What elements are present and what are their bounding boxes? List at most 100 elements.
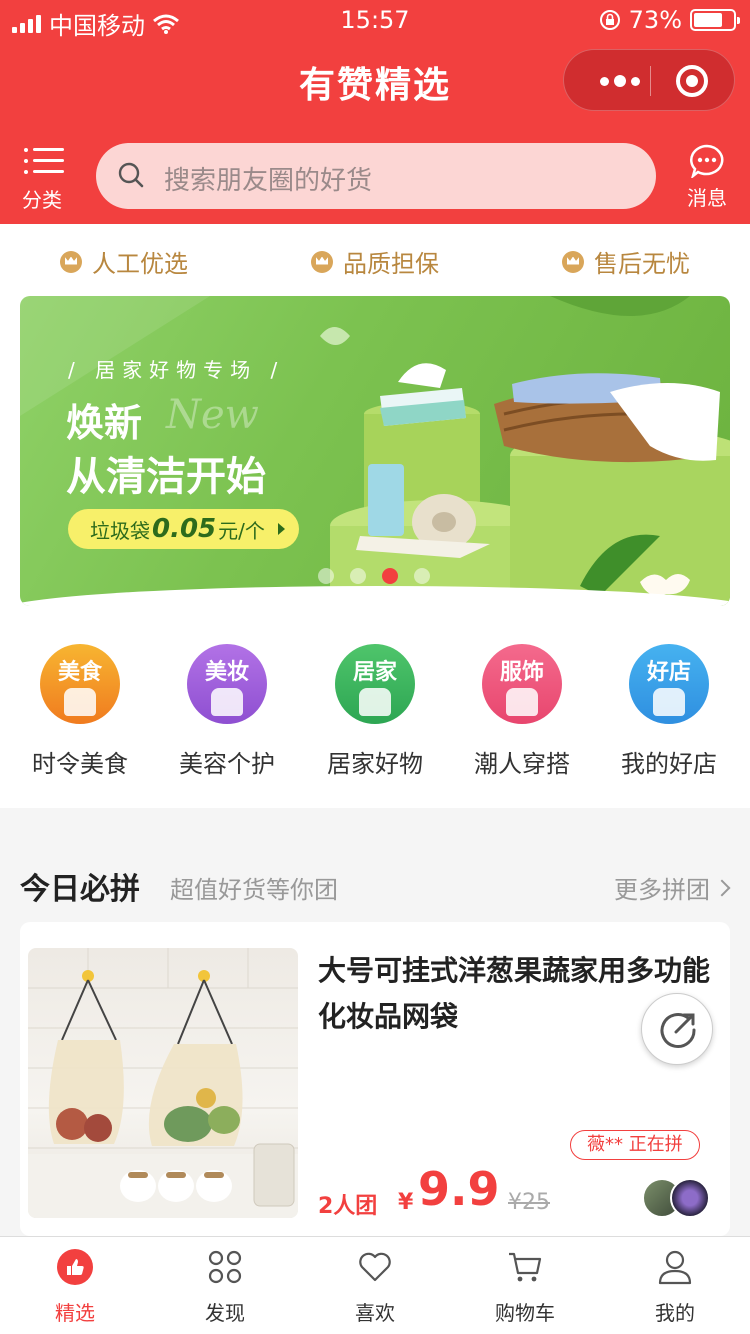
category-badge: 服饰 [482,644,562,724]
shirt-icon [506,688,538,716]
category-item[interactable]: 服饰 潮人穿搭 [452,642,592,782]
chevron-right-icon [277,523,285,535]
rotation-lock-icon [599,10,620,30]
status-bar: 中国移动 15:57 73% [0,0,750,40]
face-icon [211,688,243,716]
section-title: 今日必拼 [20,872,140,907]
crown-icon [60,250,82,273]
mini-program-capsule [563,49,735,111]
guarantee-bar: 人工优选 品质担保 售后无忧 [0,224,750,296]
tab-cart[interactable]: 购物车 [450,1237,600,1334]
tab-favorites[interactable]: 喜欢 [300,1237,450,1334]
search-placeholder: 搜索朋友圈的好货 [164,166,373,196]
category-item[interactable]: 美食 时令美食 [10,642,150,782]
group-price: 9.9 [418,1162,500,1216]
share-arrow-icon [660,1013,696,1048]
shop-icon [653,688,685,716]
category-label: 潮人穿搭 [474,750,570,778]
category-label: 分类 [22,188,62,212]
category-badge: 居家 [335,644,415,724]
tab-label: 精选 [55,1301,95,1325]
chat-bubble-icon [690,144,724,178]
cart-icon [509,1252,542,1282]
category-badge-text: 服饰 [499,660,544,685]
guarantee-label: 人工优选 [92,250,188,278]
header: 中国移动 15:57 73% 有赞精选 分类 搜索朋友圈的好货 消息 [0,0,750,224]
tab-label: 我的 [655,1301,695,1325]
original-price: ¥25 [508,1190,550,1215]
participant-avatars [642,1178,712,1218]
tab-label: 喜欢 [355,1301,395,1325]
category-label: 时令美食 [32,750,128,778]
banner-promo-pill[interactable]: 垃圾袋 0.05 元/个 [68,509,299,549]
category-label: 美容个护 [179,750,275,778]
category-item[interactable]: 居家 居家好物 [305,642,445,782]
bottom-tab-bar: 精选 发现 喜欢 购物车 我的 [0,1236,750,1334]
promo-prefix: 垃圾袋 [90,518,150,543]
category-badge: 美妆 [187,644,267,724]
category-item[interactable]: 好店 我的好店 [599,642,739,782]
carousel-dot[interactable] [350,568,366,584]
more-icon[interactable] [590,68,650,94]
group-size: 2人团 [318,1194,378,1219]
more-deals-link[interactable]: 更多拼团 [614,870,731,905]
mesh-bag-illustration [28,948,298,1218]
category-grid: 美食 时令美食 美妆 美容个护 居家 居家好物 服饰 潮人穿搭 好店 我的好店 [0,642,750,782]
close-target-icon[interactable] [676,65,708,97]
section-subtitle: 超值好货等你团 [170,876,338,904]
tab-profile[interactable]: 我的 [600,1237,750,1334]
chevron-right-icon [713,879,731,896]
tab-featured[interactable]: 精选 [0,1237,150,1334]
category-badge-text: 美食 [57,660,102,685]
category-label: 居家好物 [327,750,423,778]
product-image [28,948,298,1218]
banner-deco-text: New [166,392,259,438]
promo-banner[interactable]: / 居家好物专场 / New 焕新 从清洁开始 垃圾袋 0.05 元/个 [20,296,730,606]
avatar [670,1178,710,1218]
carousel-dot[interactable] [318,568,334,584]
category-label: 我的好店 [621,750,717,778]
crown-icon [562,250,584,273]
carousel-indicator [318,568,430,584]
carousel-dot[interactable] [414,568,430,584]
tab-discover[interactable]: 发现 [150,1237,300,1334]
search-input[interactable]: 搜索朋友圈的好货 [96,143,656,209]
category-item[interactable]: 美妆 美容个护 [157,642,297,782]
banner-headline: 焕新 [66,401,143,445]
deals-section-header: 今日必拼 超值好货等你团 更多拼团 [0,808,750,920]
pot-icon [359,688,391,716]
category-badge: 美食 [40,644,120,724]
grid-icon [208,1250,242,1284]
more-deals-label: 更多拼团 [614,876,710,904]
category-button[interactable]: 分类 [20,146,64,212]
crown-icon [311,250,333,273]
category-badge-text: 美妆 [204,660,249,685]
guarantee-label: 品质担保 [343,250,439,278]
banner-headline-2: 从清洁开始 [66,454,266,500]
category-badge-text: 好店 [646,660,691,685]
message-label: 消息 [687,186,727,210]
guarantee-item: 人工优选 [60,244,188,279]
guarantee-item: 品质担保 [311,244,439,279]
apple-icon [64,688,96,716]
home-main: 人工优选 品质担保 售后无忧 / 居家好物专场 / New 焕新 从清洁开始 垃… [0,224,750,808]
joining-badge: 薇** 正在拼 [570,1130,700,1160]
category-badge-text: 居家 [352,660,397,685]
promo-price: 0.05 [152,514,217,544]
currency-symbol: ¥ [398,1190,414,1215]
share-button[interactable] [641,993,713,1065]
guarantee-item: 售后无忧 [562,244,690,279]
heart-icon [359,1252,391,1282]
tab-label: 购物车 [495,1301,555,1325]
thumbs-up-icon [57,1249,93,1285]
battery-percent: 73% [628,6,682,34]
user-icon [658,1250,692,1285]
message-button[interactable]: 消息 [684,144,730,210]
battery-group: 73% [599,6,740,34]
tab-label: 发现 [205,1301,245,1325]
search-icon [118,162,144,188]
carousel-dot[interactable] [382,568,398,584]
menu-icon [24,146,64,176]
product-card[interactable]: 大号可挂式洋葱果蔬家用多功能化妆品网袋 薇** 正在拼 2人团 ¥ 9.9 ¥2… [20,922,730,1236]
battery-icon [690,9,740,31]
